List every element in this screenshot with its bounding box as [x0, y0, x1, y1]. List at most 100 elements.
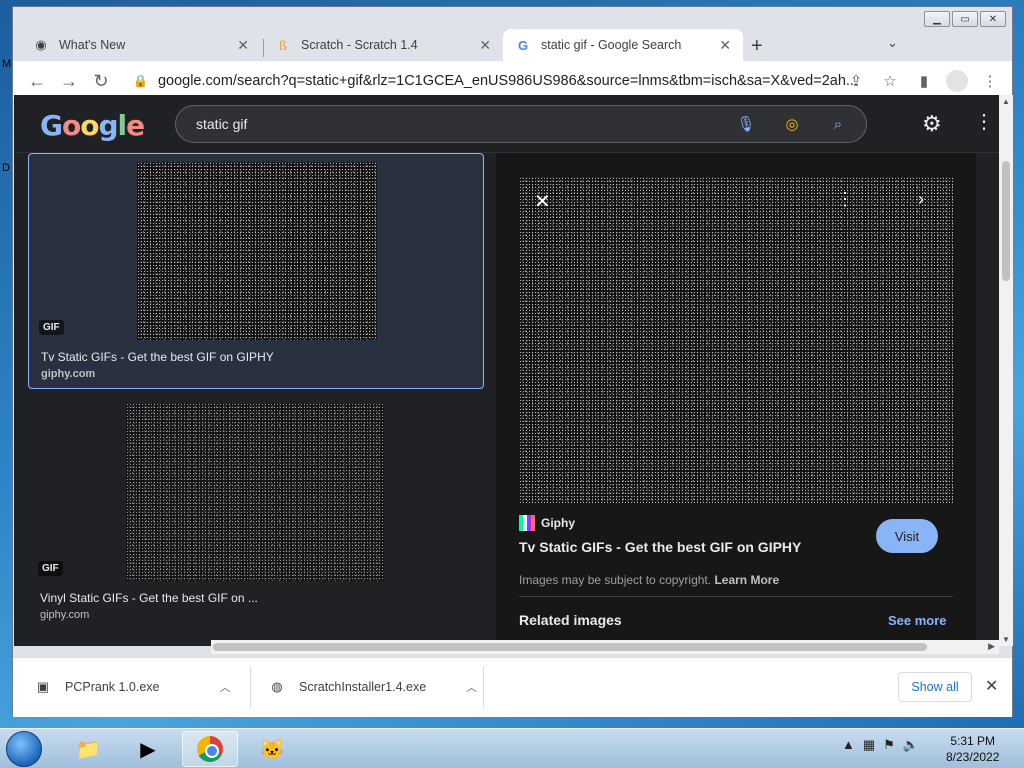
learn-more-link[interactable]: Learn More — [714, 573, 779, 587]
show-all-button[interactable]: Show all — [898, 672, 972, 702]
gear-icon[interactable]: ⚙ — [922, 111, 942, 137]
clock[interactable]: 5:31 PM 8/23/2022 — [946, 733, 999, 765]
google-icon: G — [517, 37, 529, 53]
chevron-up-icon[interactable]: ︿ — [466, 679, 477, 695]
divider — [519, 596, 953, 597]
tab-whats-new[interactable]: ◉ What's New ✕ — [21, 29, 261, 61]
tab-title: Scratch - Scratch 1.4 — [301, 38, 418, 52]
search-input[interactable]: static gif 🎙 ◎ ⌕ — [175, 105, 867, 143]
horizontal-scrollbar[interactable]: ▶ — [211, 640, 999, 654]
minimize-button[interactable]: ▁ — [924, 11, 950, 27]
more-options-icon[interactable]: ⋮ — [836, 189, 854, 210]
gif-badge: GIF — [39, 320, 64, 335]
preview-title[interactable]: Tv Static GIFs - Get the best GIF on GIP… — [519, 539, 801, 555]
system-tray: ▲ ▦ ⚑ 🔈 — [842, 737, 919, 753]
tab-strip: ◉ What's New ✕ ß Scratch - Scratch 1.4 ✕… — [13, 27, 1012, 61]
tab-search-chevron-icon[interactable]: ⌄ — [887, 35, 898, 51]
scratch-cat-icon[interactable]: 🐱 — [244, 731, 300, 767]
menu-kebab-icon[interactable]: ⋮ — [978, 65, 1002, 97]
google-header: Google static gif 🎙 ◎ ⌕ ⚙ ⋮⋮⋮ — [14, 95, 999, 153]
desktop-icon-fragment: M — [2, 58, 12, 70]
start-button[interactable] — [6, 731, 42, 767]
download-filename: ScratchInstaller1.4.exe — [299, 680, 427, 694]
address-bar[interactable]: 🔒 google.com/search?q=static+gif&rlz=1C1… — [123, 65, 913, 97]
result-thumbnail[interactable] — [137, 162, 377, 340]
tab-title: static gif - Google Search — [541, 38, 682, 52]
google-logo[interactable]: Google — [40, 109, 145, 142]
result-title[interactable]: Vinyl Static GIFs - Get the best GIF on … — [40, 591, 258, 605]
apps-grid-icon[interactable]: ⋮⋮⋮ — [974, 109, 999, 134]
exe-file-icon: ▣ — [36, 679, 50, 694]
search-icon[interactable]: ⌕ — [826, 112, 850, 136]
divider — [250, 666, 251, 708]
chrome-window: ▁ ▭ ✕ ◉ What's New ✕ ß Scratch - Scratch… — [12, 6, 1013, 717]
download-item-scratch-installer[interactable]: ◍ ScratchInstaller1.4.exe ︿ — [269, 658, 477, 716]
file-explorer-icon[interactable]: 📁 — [60, 731, 116, 767]
scratch-icon: ß — [279, 37, 287, 53]
chrome-icon — [197, 736, 223, 762]
microphone-icon[interactable]: 🎙 — [734, 112, 758, 136]
preview-site[interactable]: Giphy — [519, 515, 575, 531]
chrome-icon: ◉ — [35, 37, 47, 52]
action-center-flag-icon[interactable]: ⚑ — [883, 737, 895, 753]
tab-title: What's New — [59, 38, 126, 52]
search-actions: 🎙 ◎ ⌕ — [734, 112, 850, 136]
vertical-scrollbar[interactable]: ▲ ▼ — [999, 95, 1013, 646]
tab-scratch[interactable]: ß Scratch - Scratch 1.4 ✕ — [263, 29, 503, 61]
copyright-notice: Images may be subject to copyright. Lear… — [519, 573, 779, 587]
close-window-button[interactable]: ✕ — [980, 11, 1006, 27]
side-panel-icon[interactable]: ▮ — [912, 65, 936, 97]
bookmark-star-icon[interactable]: ☆ — [878, 65, 902, 97]
share-icon[interactable]: ⇪ — [844, 65, 868, 97]
scroll-right-icon[interactable]: ▶ — [988, 641, 995, 652]
chevron-right-icon[interactable]: › — [918, 189, 924, 210]
chrome-taskbar-icon[interactable] — [182, 731, 238, 767]
network-icon[interactable]: ▦ — [863, 737, 875, 753]
new-tab-button[interactable]: + — [751, 35, 763, 58]
chevron-up-icon[interactable]: ︿ — [220, 679, 231, 695]
preview-site-name: Giphy — [541, 516, 576, 530]
close-icon[interactable]: ✕ — [479, 37, 491, 54]
scrollbar-thumb[interactable] — [213, 643, 927, 651]
toolbar-actions: ⇪ ☆ ▮ ⋮ — [844, 65, 1002, 97]
result-source[interactable]: giphy.com — [41, 368, 95, 380]
desktop-icon-fragment: D — [2, 162, 10, 174]
profile-avatar-icon[interactable] — [946, 70, 968, 92]
result-title[interactable]: Tv Static GIFs - Get the best GIF on GIP… — [41, 350, 274, 364]
google-images-page: Google static gif 🎙 ◎ ⌕ ⚙ ⋮⋮⋮ GIF Tv Sta… — [14, 95, 999, 646]
volume-icon[interactable]: 🔈 — [903, 737, 919, 753]
scroll-down-icon[interactable]: ▼ — [1002, 635, 1010, 644]
copyright-text: Images may be subject to copyright. — [519, 573, 712, 587]
result-card-tv-static[interactable]: GIF Tv Static GIFs - Get the best GIF on… — [28, 153, 484, 389]
image-preview-panel: ✕ ⋮ › Giphy Tv Static GIFs - Get the bes… — [496, 153, 976, 646]
back-button[interactable]: ← — [21, 65, 53, 97]
result-source[interactable]: giphy.com — [40, 609, 89, 621]
reload-button[interactable]: ↻ — [85, 65, 117, 97]
result-thumbnail[interactable] — [126, 403, 384, 581]
download-item-pcprank[interactable]: ▣ PCPrank 1.0.exe ︿ — [35, 658, 231, 716]
windows-taskbar: 📁 ▶ 🐱 ▲ ▦ ⚑ 🔈 5:31 PM 8/23/2022 — [0, 728, 1024, 768]
url-text: google.com/search?q=static+gif&rlz=1C1GC… — [157, 73, 858, 89]
preview-image[interactable] — [519, 177, 953, 503]
close-icon[interactable]: ✕ — [985, 676, 998, 696]
giphy-logo-icon — [519, 515, 535, 531]
close-icon[interactable]: ✕ — [237, 37, 249, 54]
gif-badge: GIF — [38, 561, 63, 576]
maximize-button[interactable]: ▭ — [952, 11, 978, 27]
close-icon[interactable]: ✕ — [719, 37, 731, 54]
show-hidden-icons-icon[interactable]: ▲ — [842, 737, 855, 753]
image-results: GIF Tv Static GIFs - Get the best GIF on… — [14, 153, 496, 646]
scrollbar-thumb[interactable] — [1002, 161, 1010, 281]
clock-time: 5:31 PM — [950, 734, 996, 748]
related-images-heading: Related images — [519, 612, 622, 628]
window-controls: ▁ ▭ ✕ — [924, 11, 1006, 27]
close-icon[interactable]: ✕ — [534, 189, 551, 214]
forward-button[interactable]: → — [53, 65, 85, 97]
media-player-icon[interactable]: ▶ — [120, 731, 176, 767]
tab-google-search[interactable]: G static gif - Google Search ✕ — [503, 29, 743, 61]
result-card-vinyl-static[interactable]: GIF Vinyl Static GIFs - Get the best GIF… — [28, 403, 484, 623]
google-lens-icon[interactable]: ◎ — [780, 112, 804, 136]
see-more-link[interactable]: See more — [888, 613, 947, 628]
scroll-up-icon[interactable]: ▲ — [1002, 97, 1010, 106]
visit-button[interactable]: Visit — [876, 519, 938, 553]
